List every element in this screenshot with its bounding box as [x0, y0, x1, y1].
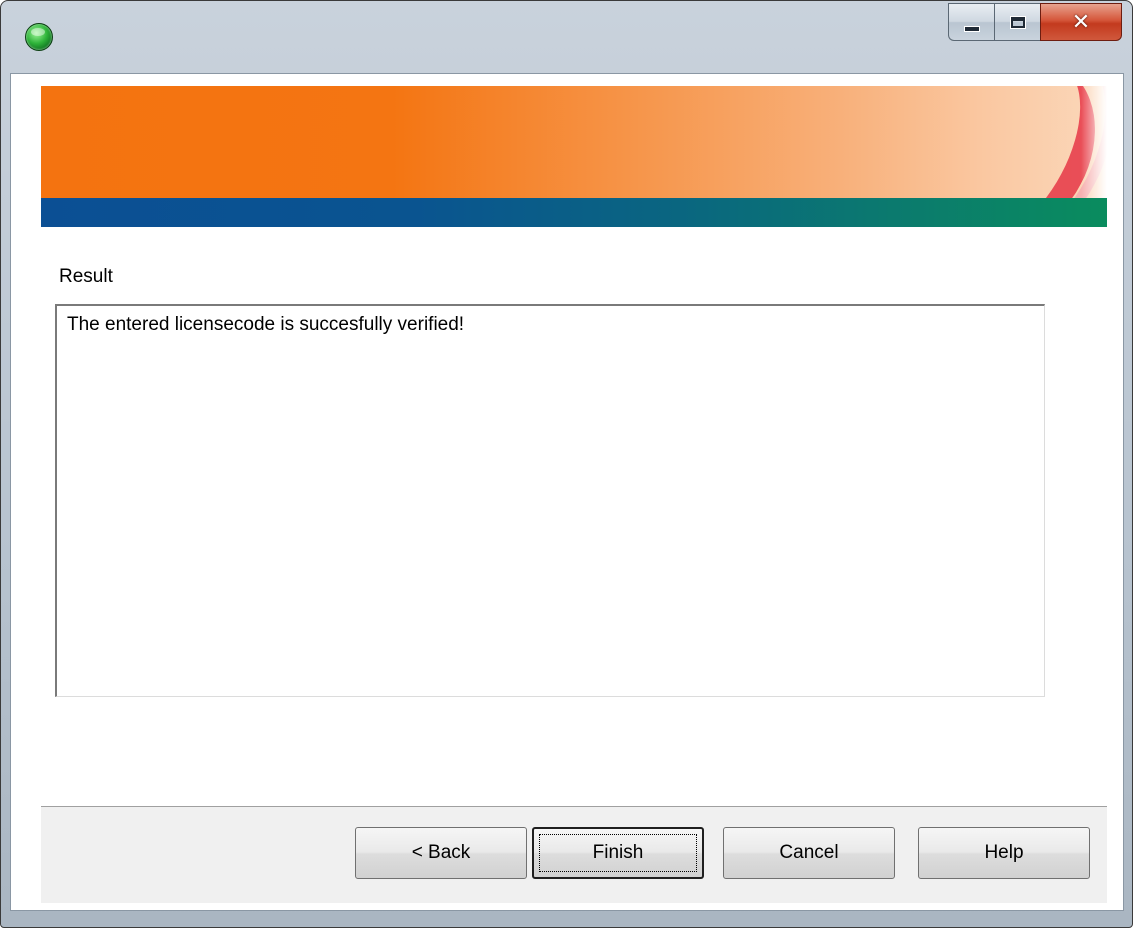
finish-button[interactable]: Finish: [532, 827, 704, 879]
result-label: Result: [59, 266, 113, 287]
title-bar[interactable]: ✕: [1, 1, 1132, 73]
minimize-button[interactable]: [948, 3, 994, 41]
result-text: The entered licensecode is succesfully v…: [67, 314, 465, 335]
wizard-client-area: Result The entered licensecode is succes…: [10, 73, 1124, 911]
minimize-icon: [963, 26, 980, 32]
maximize-icon: [1009, 15, 1026, 29]
maximize-button[interactable]: [994, 3, 1040, 41]
result-textbox[interactable]: The entered licensecode is succesfully v…: [55, 304, 1045, 697]
banner-fade: [1081, 86, 1107, 198]
back-button-label: < Back: [411, 842, 471, 863]
header-banner: [41, 86, 1107, 227]
cancel-button[interactable]: Cancel: [723, 827, 895, 879]
help-button-label: Help: [984, 842, 1024, 863]
banner-blue-green-bar: [41, 198, 1107, 227]
close-button[interactable]: ✕: [1040, 3, 1122, 41]
help-button[interactable]: Help: [918, 827, 1090, 879]
focus-rectangle: [539, 834, 697, 872]
app-icon[interactable]: [25, 23, 53, 51]
window-controls: ✕: [948, 3, 1122, 43]
close-icon: ✕: [1071, 9, 1091, 35]
wizard-window: ✕ Result The entered licensecode is succ…: [0, 0, 1133, 928]
button-bar: < Back Finish Cancel Help: [41, 806, 1107, 903]
back-button[interactable]: < Back: [355, 827, 527, 879]
cancel-button-label: Cancel: [779, 842, 839, 863]
